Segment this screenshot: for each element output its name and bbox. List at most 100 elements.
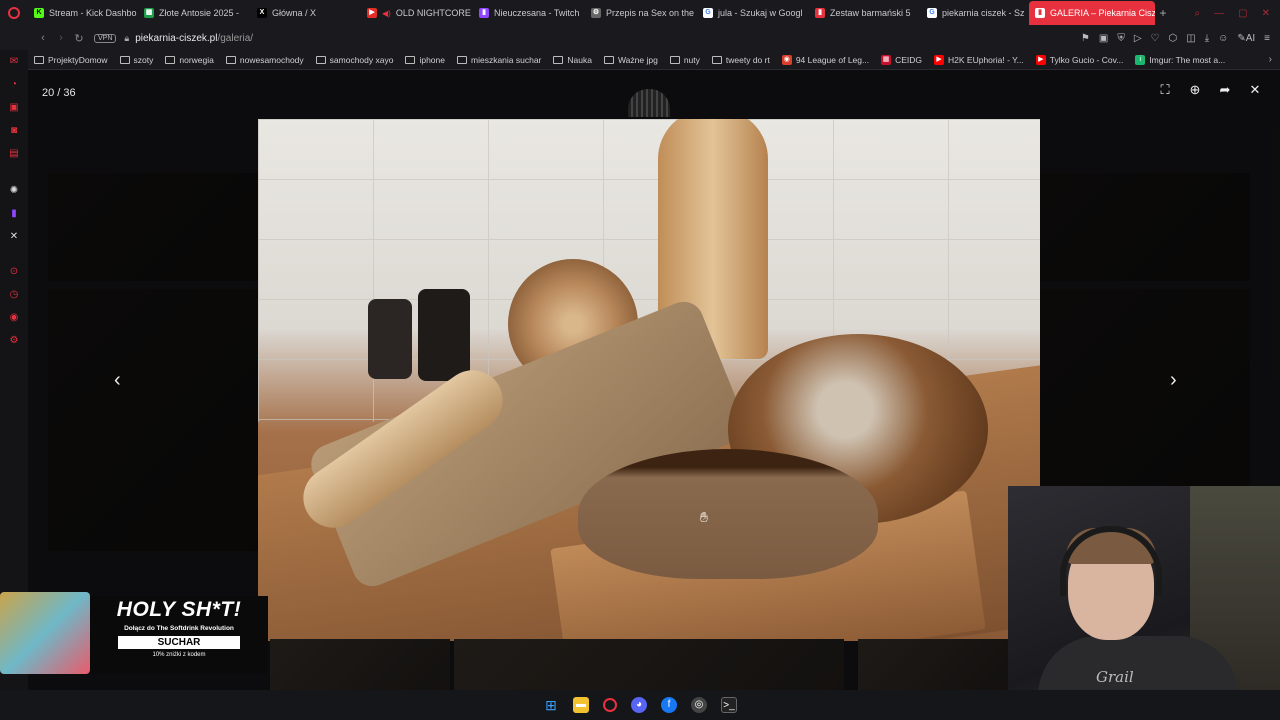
bookmark-folder[interactable]: Nauka [553,55,592,65]
bookmark-folder[interactable]: iphone [405,55,445,65]
google-icon: G [703,8,713,18]
bookmark-icon[interactable]: ⚑ [1081,33,1090,44]
x-sidebar-icon[interactable]: ✕ [8,231,20,243]
opera-menu-button[interactable] [0,0,28,26]
maximize-icon[interactable]: ▢ [1238,8,1247,19]
url-field[interactable]: piekarnia-ciszek.pl/galeria/ [135,33,253,44]
bookmark-folder[interactable]: Ważne jpg [603,54,658,65]
opera-icon[interactable] [603,698,617,712]
bookmark-folder[interactable]: mieszkania suchar [457,55,541,65]
window-controls: ⌕ — ▢ ✕ [1195,8,1280,19]
folder-icon [669,55,680,64]
tab-old-nightcore[interactable]: ▶ ◀) OLD NIGHTCORE [361,1,473,25]
gallery-thumb[interactable] [270,639,450,690]
bookmark-folder[interactable]: tweety do rt [711,54,770,65]
play-icon[interactable]: ▷ [1134,33,1142,44]
tab-przepis[interactable]: ⚙ Przepis na Sex on the [585,1,697,25]
bookmark-league[interactable]: ◉ 94 League of Leg... [781,54,869,65]
lock-icon[interactable]: 🔒︎ [124,33,129,44]
bookmark-label: nuty [683,54,700,65]
search-tabs-icon[interactable]: ⌕ [1195,8,1201,19]
new-tab-button[interactable]: + [1155,6,1171,20]
zoom-icon[interactable]: ⊕ [1188,83,1202,97]
mail-icon[interactable]: ✉ [8,56,20,68]
forward-icon[interactable]: › [52,32,70,44]
bookmark-ceidg[interactable]: ▦ CEIDG [881,54,922,65]
toolbar-icons: ⚑ ▣ ⛨ ▷ ♡ ⬡ ◫ ⤓ ☺ ✎AI ≡ [1081,33,1280,44]
minimize-icon[interactable]: — [1214,8,1224,19]
fullscreen-icon[interactable]: ⛶ [1158,83,1172,97]
pin-icon[interactable]: ◉ [8,312,20,324]
shield-icon[interactable]: ⛨ [1117,33,1125,44]
player-icon[interactable]: ▤ [8,148,20,160]
snapshot-icon[interactable]: ▣ [1099,33,1108,44]
ai-icon[interactable]: ✎AI [1237,33,1255,44]
download-icon[interactable]: ⤓ [1205,33,1209,44]
extensions-icon[interactable]: ⬡ [1169,33,1178,44]
bookmark-label: Ważne jpg [617,54,658,65]
ceramic-pot [368,299,412,379]
bookmark-imgur[interactable]: i Imgur: The most a... [1135,54,1225,65]
steam-icon[interactable]: ◎ [691,697,707,713]
settings-icon[interactable]: ⚙ [8,335,20,347]
bag-icon[interactable]: ▣ [8,102,20,114]
bookmark-folder[interactable]: ProjektyDomow [34,55,108,65]
bookmarks-more-icon[interactable]: › [1269,54,1280,65]
close-window-icon[interactable]: ✕ [1262,8,1270,19]
folder-icon [405,55,416,64]
sheets-icon: ▦ [144,8,154,18]
twitch-sidebar-icon[interactable]: ▮ [8,208,20,220]
wallet-icon[interactable]: ◫ [1186,33,1195,44]
menu-icon[interactable]: ≡ [1264,33,1270,44]
next-arrow-icon[interactable]: › [1170,369,1177,392]
bookmark-folder[interactable]: szoty [119,55,153,65]
tab-twitch[interactable]: ▮ Nieuczesana - Twitch [473,1,585,25]
windows-start-icon[interactable]: ⊞ [543,697,559,713]
bookmark-label: tweety do rt [725,54,770,65]
bookmarks-bar: ProjektyDomow szoty norwegia nowesamocho… [0,50,1280,70]
address-bar: ‹ › ↻ VPN 🔒︎ piekarnia-ciszek.pl/galeria… [0,26,1280,50]
clock-icon[interactable]: ◷ [8,289,20,301]
chatgpt-icon[interactable]: ✺ [8,185,20,197]
league-icon: ◉ [781,54,792,65]
tab-zlote-antosie[interactable]: ▦ Złote Antosie 2025 - [138,1,251,25]
tab-google-piekarnia[interactable]: Gpiekarnia ciszek - Sz [921,1,1029,25]
share-icon[interactable]: ➦ [1218,83,1232,97]
tab-x[interactable]: X Główna / X [251,1,361,25]
ad-subtitle: Dołącz do The Softdrink Revolution [124,625,234,632]
bookmark-h2k[interactable]: ▶ H2K EUphoria! - Y... [934,54,1024,65]
bookmark-folder[interactable]: nowesamochody [225,55,304,65]
speaker-icon[interactable]: ◀) [382,9,391,18]
file-explorer-icon[interactable]: ▬ [573,697,589,713]
messenger-icon[interactable]: ◙ [8,125,20,137]
tab-label: piekarnia ciszek - Sz [942,8,1025,18]
tab-google-jula[interactable]: Gjula - Szukaj w Googl [697,1,809,25]
history-icon[interactable]: ⊙ [8,266,20,278]
facebook-icon[interactable]: f [661,697,677,713]
terminal-icon[interactable]: >_ [721,697,737,713]
tab-kick[interactable]: K Stream - Kick Dashbo [28,1,138,25]
discord-icon[interactable]: ◕ [631,697,647,713]
bookmark-folder[interactable]: nuty [669,54,700,65]
aria-icon[interactable]: ◔ [8,79,20,91]
profile-icon[interactable]: ☺ [1218,33,1228,44]
tab-galeria-active[interactable]: ▮ GALERIA – Piekarnia Cisz [1029,1,1155,25]
webcam-overlay: Grail [1008,486,1280,720]
bookmark-folder[interactable]: norwegia [165,55,214,65]
previous-arrow-icon[interactable]: ‹ [114,369,121,392]
bookmark-gucio[interactable]: ▶ Tylko Gucio - Cov... [1035,54,1123,65]
stream-ad-overlay: HOLY SH*T! Dołącz do The Softdrink Revol… [0,592,268,674]
lightbox-image[interactable]: ✋︎ [258,119,1040,641]
back-icon[interactable]: ‹ [34,32,52,44]
close-icon[interactable]: ✕ [1248,83,1262,97]
gallery-thumb[interactable] [858,639,1008,690]
folder-icon [711,55,722,64]
bookmark-label: iphone [419,54,445,65]
tab-zestaw[interactable]: ▮ Zestaw barmański 5 [809,1,921,25]
gallery-thumb[interactable] [454,639,844,690]
heart-icon[interactable]: ♡ [1151,33,1160,44]
reload-icon[interactable]: ↻ [70,32,88,45]
gear-icon: ⚙ [591,8,601,18]
vpn-badge[interactable]: VPN [94,33,117,43]
bookmark-folder[interactable]: samochody xayo [315,55,393,65]
